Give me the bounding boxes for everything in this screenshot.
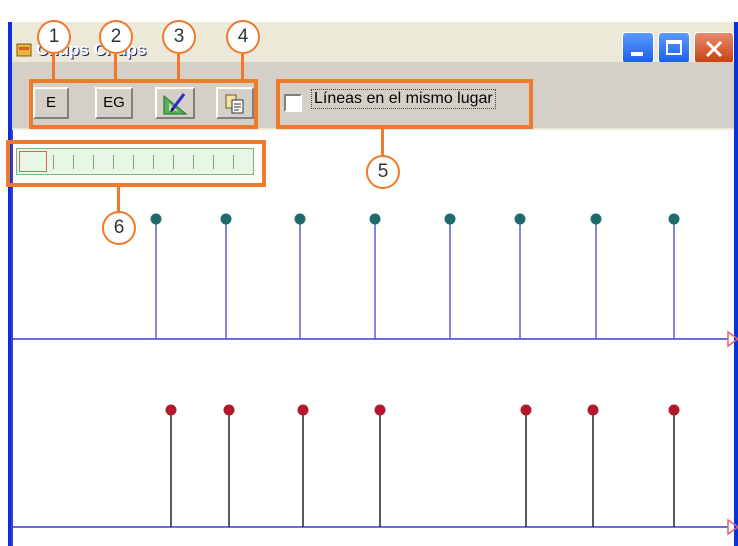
top-axis-arrow	[727, 330, 738, 348]
bottom-marker	[297, 404, 309, 416]
callout-leader	[114, 54, 117, 80]
checkbox-highlight	[276, 79, 533, 129]
toolbar-buttons-highlight	[29, 79, 258, 129]
top-marker	[294, 213, 306, 225]
ruler-highlight	[6, 140, 266, 187]
callout-3: 3	[162, 20, 196, 54]
bottom-axis-arrow	[727, 518, 738, 536]
callout-leader	[117, 187, 120, 211]
callout-leader	[52, 54, 55, 80]
top-marker	[220, 213, 232, 225]
callout-2: 2	[99, 20, 133, 54]
top-marker	[514, 213, 526, 225]
top-marker	[150, 213, 162, 225]
callout-leader	[241, 54, 244, 80]
bottom-marker	[165, 404, 177, 416]
bottom-marker	[374, 404, 386, 416]
callout-leader	[177, 54, 180, 80]
top-marker	[444, 213, 456, 225]
callout-6: 6	[102, 211, 136, 245]
bottom-marker	[223, 404, 235, 416]
bottom-marker	[587, 404, 599, 416]
callout-4: 4	[226, 20, 260, 54]
top-marker	[369, 213, 381, 225]
callout-5: 5	[366, 155, 400, 189]
bottom-track	[12, 404, 738, 536]
bottom-marker	[520, 404, 532, 416]
top-marker	[590, 213, 602, 225]
callout-1: 1	[37, 20, 71, 54]
callout-leader	[381, 129, 384, 155]
bottom-marker	[668, 404, 680, 416]
top-marker	[668, 213, 680, 225]
